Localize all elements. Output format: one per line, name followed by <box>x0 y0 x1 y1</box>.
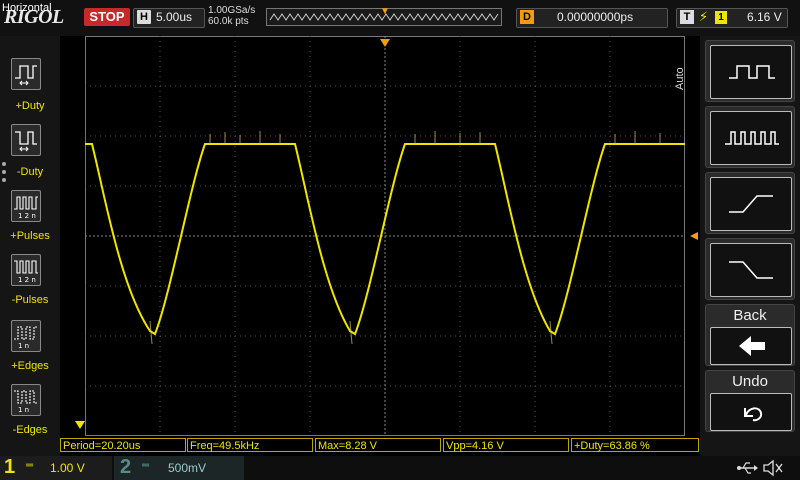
measurement-period[interactable]: Period=20.20us <box>60 438 186 452</box>
falling-ramp-icon <box>729 261 773 279</box>
dc-coupling-icon: ═ <box>142 460 150 471</box>
trigger-time-marker <box>380 39 390 47</box>
channel-1-number: 1 <box>4 456 16 478</box>
measurement-frequency[interactable]: Freq=49.5kHz <box>187 438 313 452</box>
positive-pulses-icon: 1 2 n <box>14 196 38 220</box>
undo-icon <box>744 407 763 422</box>
undo-button[interactable]: Undo <box>705 370 795 432</box>
svg-text:1 n: 1 n <box>18 406 29 414</box>
sample-rate: 1.00GSa/s <box>208 5 256 16</box>
svg-text:1 n: 1 n <box>18 342 29 350</box>
rising-ramp-icon <box>729 195 773 213</box>
channel-2-tab[interactable]: 2 ═ 500mV <box>114 456 244 480</box>
channel-1-tab[interactable]: 1 ═ 1.00 V <box>0 456 112 480</box>
delay-display[interactable]: D 0.00000000ps <box>516 8 668 28</box>
channel-bar: 1 ═ 1.00 V 2 ═ 500mV <box>0 456 800 480</box>
positive-duty-button[interactable] <box>11 58 41 90</box>
trigger-source: 1 <box>715 11 727 24</box>
waveform-display[interactable] <box>60 36 700 436</box>
auto-wide-pulse-button[interactable] <box>705 40 795 102</box>
auto-falling-edge-button[interactable] <box>705 238 795 300</box>
sidebar-title: Horizontal <box>2 2 52 14</box>
rising-edge-icon: ⚡ <box>699 9 709 24</box>
memory-depth: 60.0k pts <box>208 16 249 27</box>
pulse-wide-icon <box>729 65 775 79</box>
horizontal-badge: H <box>137 10 151 24</box>
back-button[interactable]: Back <box>705 304 795 366</box>
delay-badge: D <box>520 10 534 24</box>
dc-coupling-icon: ═ <box>26 460 34 471</box>
negative-edges-icon: 1 n <box>14 390 38 414</box>
negative-duty-icon <box>15 131 37 152</box>
run-stop-button[interactable]: STOP <box>84 8 130 26</box>
trigger-level: 6.16 V <box>747 10 782 24</box>
positive-pulses-label: +Pulses <box>10 230 50 242</box>
negative-edges-label: -Edges <box>12 424 48 436</box>
positive-duty-label: +Duty <box>15 100 45 112</box>
svg-text:1 2 n: 1 2 n <box>18 212 36 220</box>
speaker-muted-icon[interactable] <box>762 459 784 477</box>
positive-edges-button[interactable]: 1 n <box>11 320 41 352</box>
undo-label: Undo <box>732 373 768 390</box>
measurement-vpp[interactable]: Vpp=4.16 V <box>443 438 569 452</box>
trigger-badge: T <box>680 10 694 24</box>
back-arrow-icon <box>739 336 765 356</box>
trigger-position-marker: ▼ <box>380 6 390 17</box>
negative-duty-label: -Duty <box>16 166 44 178</box>
positive-duty-icon <box>15 65 37 86</box>
negative-edges-button[interactable]: 1 n <box>11 384 41 416</box>
center-axes <box>85 36 685 436</box>
auto-narrow-pulse-button[interactable] <box>705 106 795 168</box>
trace-noise <box>149 131 661 345</box>
channel-1-ground-marker <box>75 421 85 429</box>
channel-2-number: 2 <box>120 456 132 478</box>
positive-pulses-button[interactable]: 1 2 n <box>11 190 41 222</box>
positive-edges-label: +Edges <box>11 360 49 372</box>
svg-text:1 2 n: 1 2 n <box>18 276 36 284</box>
timebase-value: 5.00us <box>156 10 193 24</box>
positive-edges-icon: 1 n <box>14 326 38 350</box>
measurement-max[interactable]: Max=8.28 V <box>315 438 441 452</box>
measurement-bar: Period=20.20us Freq=49.5kHz Max=8.28 V V… <box>60 436 700 454</box>
usb-icon <box>737 462 758 474</box>
measurement-positive-duty[interactable]: +Duty=63.86 % <box>571 438 699 452</box>
trigger-level-marker <box>690 232 698 240</box>
channel-1-scale: 1.00 V <box>50 461 85 475</box>
channel-2-scale: 500mV <box>168 461 207 475</box>
auto-rising-edge-button[interactable] <box>705 172 795 234</box>
back-label: Back <box>733 307 767 324</box>
timebase-display[interactable]: H 5.00us <box>133 8 205 28</box>
pulse-narrow-icon <box>725 131 779 145</box>
negative-pulses-label: -Pulses <box>11 294 49 306</box>
negative-duty-button[interactable] <box>11 124 41 156</box>
trigger-display[interactable]: T ⚡ 1 6.16 V <box>676 8 788 28</box>
negative-pulses-icon: 1 2 n <box>14 260 38 284</box>
acquisition-info: 1.00GSa/s 60.0k pts <box>208 5 255 27</box>
negative-pulses-button[interactable]: 1 2 n <box>11 254 41 286</box>
delay-value: 0.00000000ps <box>557 10 634 24</box>
